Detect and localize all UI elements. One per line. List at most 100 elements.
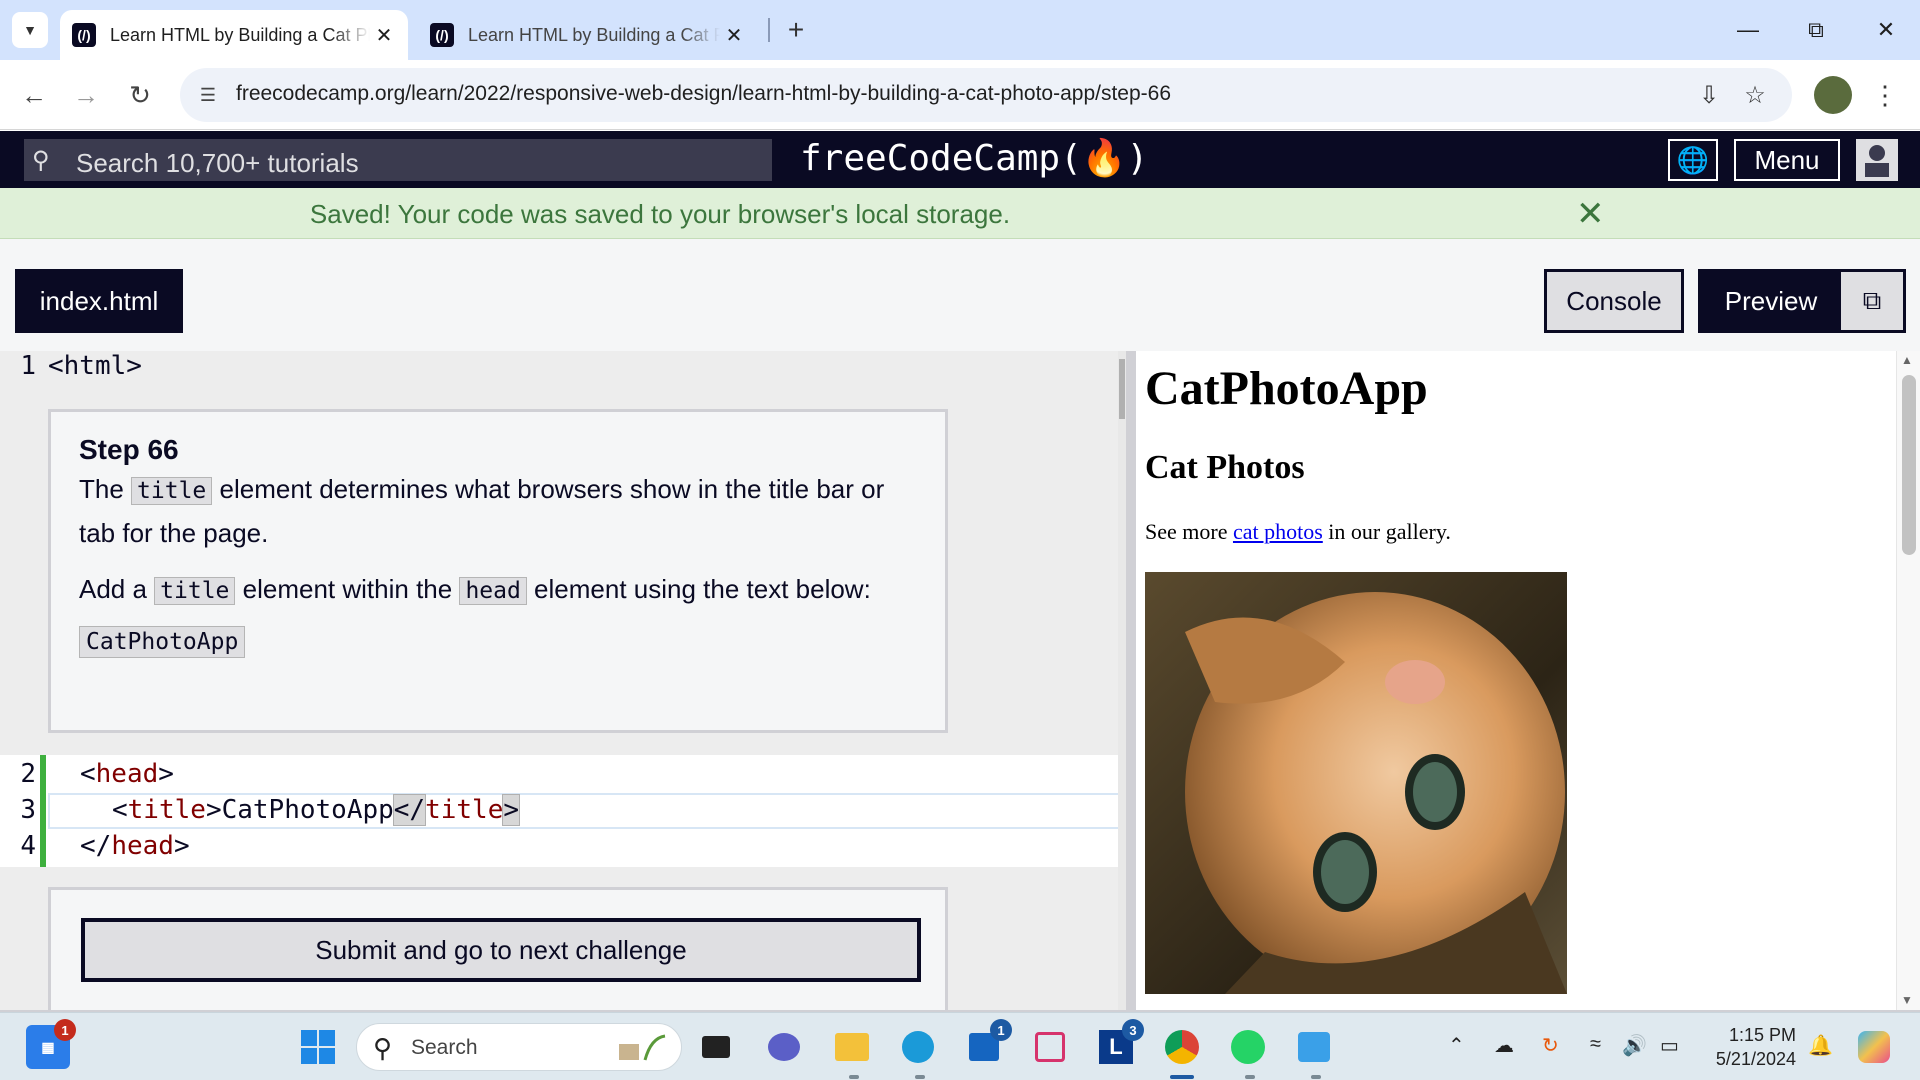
bracket-match: >: [502, 794, 521, 826]
search-placeholder: Search 10,700+ tutorials: [76, 148, 359, 178]
start-button[interactable]: [296, 1025, 340, 1069]
file-tab-index-html[interactable]: index.html: [15, 269, 183, 333]
edge-button[interactable]: [896, 1025, 940, 1069]
popout-preview-icon[interactable]: ⧉: [1841, 272, 1903, 330]
chevron-up-icon[interactable]: ⌃: [1448, 1033, 1465, 1058]
taskbar-search[interactable]: ⚲ Search: [356, 1023, 682, 1071]
taskbar-clock[interactable]: 1:15 PM 5/21/2024: [1706, 1023, 1796, 1071]
wifi-icon[interactable]: ≈: [1590, 1033, 1601, 1056]
scroll-up-arrow-icon[interactable]: ▲: [1901, 353, 1913, 367]
scroll-thumb[interactable]: [1119, 359, 1125, 419]
snipping-tool-button[interactable]: [1028, 1025, 1072, 1069]
action-box: Submit and go to next challenge: [48, 887, 948, 1010]
flash-text: Saved! Your code was saved to your brows…: [309, 199, 1011, 229]
reload-button[interactable]: ↻: [120, 75, 160, 115]
onedrive-cloud-icon[interactable]: ☁: [1494, 1033, 1514, 1058]
search-input[interactable]: ⚲ Search 10,700+ tutorials: [24, 139, 772, 181]
profile-avatar[interactable]: [1814, 76, 1852, 114]
volume-icon[interactable]: 🔊: [1622, 1033, 1647, 1058]
browser-tab-active[interactable]: (/) Learn HTML by Building a Cat Photo A…: [60, 10, 408, 60]
close-window-button[interactable]: ✕: [1862, 10, 1910, 50]
tab-search-button[interactable]: ▼: [12, 12, 48, 48]
fcc-logo[interactable]: freeCodeCamp(🔥): [800, 137, 1148, 179]
snipping-tool-icon: [1035, 1032, 1065, 1062]
tag-name: head: [111, 831, 174, 861]
code-line-1[interactable]: <html>: [48, 351, 142, 381]
browser-menu-icon[interactable]: ⋮: [1870, 76, 1900, 114]
sync-icon[interactable]: ↻: [1542, 1033, 1559, 1058]
chat-icon: [768, 1033, 800, 1061]
widgets-button[interactable]: ▦ 1: [26, 1019, 76, 1069]
copilot-icon: [1858, 1031, 1890, 1063]
pane-divider[interactable]: [1126, 351, 1136, 1010]
whatsapp-button[interactable]: [1226, 1025, 1270, 1069]
teams-chat-button[interactable]: [762, 1025, 806, 1069]
task-view-icon: [702, 1036, 730, 1058]
line-number: 1: [20, 351, 36, 381]
tab-title: Learn HTML by Building a Cat Photo App: [468, 24, 720, 45]
console-button[interactable]: Console: [1544, 269, 1684, 333]
fcc-navbar: ⚲ Search 10,700+ tutorials freeCodeCamp(…: [0, 131, 1920, 188]
photos-button[interactable]: [1292, 1025, 1336, 1069]
code-line-3[interactable]: <title>CatPhotoApp</title>: [112, 794, 521, 826]
flash-message: Saved! Your code was saved to your brows…: [0, 188, 1920, 239]
copilot-button[interactable]: [1852, 1025, 1896, 1069]
preview-paragraph: See more cat photos in our gallery.: [1145, 519, 1451, 545]
cat-photo-illustration: [1145, 572, 1567, 994]
text: Add a: [79, 574, 155, 604]
windows-logo-icon: [301, 1030, 335, 1064]
code-line-4[interactable]: </head>: [80, 831, 190, 861]
editor-scrollbar[interactable]: [1118, 351, 1126, 1010]
browser-tab-inactive[interactable]: (/) Learn HTML by Building a Cat Photo A…: [418, 10, 758, 60]
tag-name: head: [95, 759, 159, 789]
url-text[interactable]: freecodecamp.org/learn/2022/responsive-w…: [236, 82, 1171, 106]
file-explorer-button[interactable]: [830, 1025, 874, 1069]
close-tab-icon[interactable]: ✕: [720, 21, 748, 49]
running-indicator: [1311, 1075, 1321, 1079]
restore-button[interactable]: ⧉: [1792, 10, 1840, 50]
line-number: 4: [20, 831, 36, 861]
user-avatar[interactable]: [1856, 139, 1898, 181]
code-line-2[interactable]: <head>: [80, 759, 174, 789]
step-description: Step 66 The title element determines wha…: [48, 409, 948, 733]
language-globe-button[interactable]: 🌐: [1668, 139, 1718, 181]
tab-separator: [768, 18, 770, 42]
preview-heading: CatPhotoApp: [1145, 362, 1428, 415]
close-tab-icon[interactable]: ✕: [370, 21, 398, 49]
preview-scrollbar[interactable]: ▲ ▼: [1896, 351, 1920, 1010]
omnibox[interactable]: ☰ freecodecamp.org/learn/2022/responsive…: [180, 68, 1792, 122]
preview-pane: CatPhotoApp Cat Photos See more cat phot…: [1136, 351, 1896, 1010]
chrome-button[interactable]: [1160, 1025, 1204, 1069]
code-editor: 1 <html> Step 66 The title element deter…: [0, 351, 1126, 1010]
search-icon: ⚲: [32, 147, 50, 174]
cat-photos-link[interactable]: cat photos: [1233, 519, 1323, 544]
minimize-button[interactable]: —: [1724, 10, 1772, 50]
preview-button[interactable]: Preview ⧉: [1698, 269, 1906, 333]
new-tab-button[interactable]: +: [780, 14, 812, 46]
notification-bell-icon[interactable]: 🔔: [1808, 1033, 1833, 1058]
menu-button[interactable]: Menu: [1734, 139, 1840, 181]
fcc-favicon-icon: (/): [430, 23, 454, 47]
punct: >: [158, 759, 174, 789]
scroll-thumb[interactable]: [1902, 375, 1916, 555]
site-info-icon[interactable]: ☰: [194, 81, 222, 109]
back-button[interactable]: ←: [14, 75, 54, 115]
scroll-down-arrow-icon[interactable]: ▼: [1901, 993, 1913, 1007]
battery-icon[interactable]: ▭: [1660, 1033, 1679, 1058]
bracket-match: </: [392, 794, 427, 826]
forward-button[interactable]: →: [66, 75, 106, 115]
app-l-button[interactable]: L 3: [1094, 1019, 1144, 1069]
running-indicator: [1170, 1075, 1194, 1079]
search-icon: ⚲: [373, 1033, 393, 1063]
bookmark-star-icon[interactable]: ☆: [1740, 80, 1770, 110]
close-flash-icon[interactable]: ✕: [1576, 194, 1605, 234]
microsoft-store-button[interactable]: 1: [962, 1019, 1012, 1069]
line-number: 2: [20, 759, 36, 789]
inline-code: head: [459, 577, 527, 605]
editable-region-marker: [40, 755, 46, 867]
running-indicator: [1245, 1075, 1255, 1079]
install-app-icon[interactable]: ⇩: [1694, 80, 1724, 110]
tab-title: Learn HTML by Building a Cat Photo App: [110, 24, 370, 45]
submit-button[interactable]: Submit and go to next challenge: [81, 918, 921, 982]
task-view-button[interactable]: [694, 1025, 738, 1069]
